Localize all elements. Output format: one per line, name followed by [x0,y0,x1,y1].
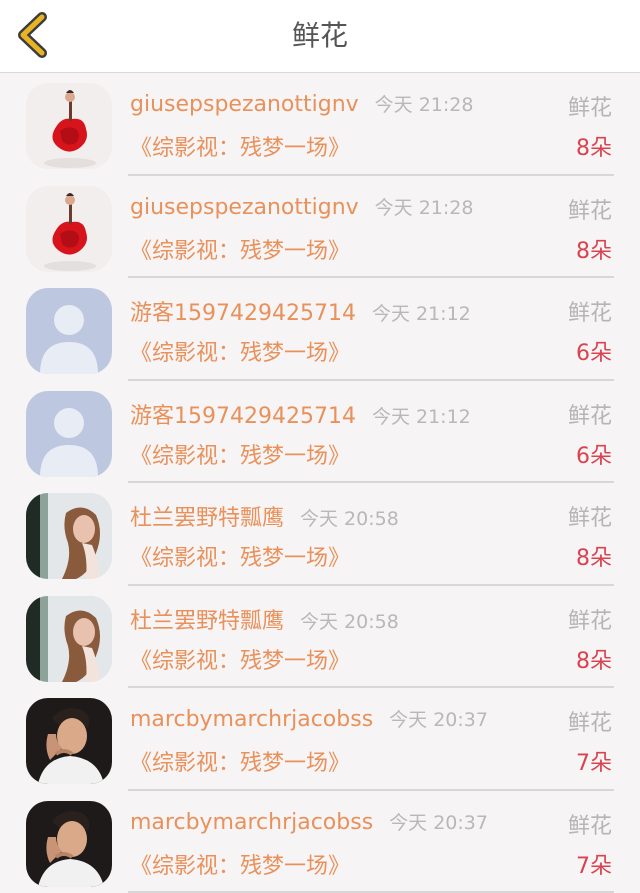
work-title[interactable]: 《综影视：残梦一场》 [130,233,350,265]
back-button[interactable] [12,12,56,58]
user-name[interactable]: 游客1597429425714 [130,301,356,326]
list-item[interactable]: 游客1597429425714 今天 21:12 鲜花 《综影视：残梦一场》 6朵 [0,381,640,484]
flower-count: 8朵 [576,233,612,265]
flower-count: 8朵 [576,130,612,162]
flower-count: 7朵 [576,848,612,880]
work-title[interactable]: 《综影视：残梦一场》 [130,643,350,675]
app-header: 鲜花 [0,0,640,73]
chevron-left-icon [12,12,56,58]
list-item[interactable]: giusepspezanottignv 今天 21:28 鲜花 《综影视：残梦一场… [0,176,640,279]
work-title[interactable]: 《综影视：残梦一场》 [130,438,350,470]
gift-category: 鲜花 [568,295,612,327]
user-name[interactable]: 游客1597429425714 [130,404,356,429]
gift-category: 鲜花 [568,808,612,840]
avatar[interactable] [26,698,112,784]
avatar[interactable] [26,288,112,374]
flower-count: 8朵 [576,643,612,675]
avatar[interactable] [26,493,112,579]
timestamp: 今天 21:28 [375,94,474,116]
flower-record-list: giusepspezanottignv 今天 21:28 鲜花 《综影视：残梦一场… [0,73,640,893]
flower-count: 6朵 [576,438,612,470]
user-name[interactable]: 杜兰罢野特瓢鹰 [130,609,284,634]
gift-category: 鲜花 [568,705,612,737]
timestamp: 今天 20:58 [300,611,399,633]
list-item[interactable]: marcbymarchrjacobss 今天 20:37 鲜花 《综影视：残梦一场… [0,688,640,791]
list-item[interactable]: 杜兰罢野特瓢鹰今天 20:58 鲜花 《综影视：残梦一场》 8朵 [0,483,640,586]
timestamp: 今天 21:28 [375,197,474,219]
work-title[interactable]: 《综影视：残梦一场》 [130,335,350,367]
user-name[interactable]: giusepspezanottignv [130,195,359,220]
flower-count: 7朵 [576,745,612,777]
avatar[interactable] [26,186,112,272]
work-title[interactable]: 《综影视：残梦一场》 [130,848,350,880]
timestamp: 今天 21:12 [372,303,471,325]
user-name[interactable]: giusepspezanottignv [130,92,359,117]
gift-category: 鲜花 [568,398,612,430]
avatar[interactable] [26,391,112,477]
timestamp: 今天 20:37 [389,709,488,731]
list-item[interactable]: 杜兰罢野特瓢鹰今天 20:58 鲜花 《综影视：残梦一场》 8朵 [0,586,640,689]
timestamp: 今天 20:58 [300,508,399,530]
avatar[interactable] [26,801,112,887]
work-title[interactable]: 《综影视：残梦一场》 [130,130,350,162]
timestamp: 今天 21:12 [372,406,471,428]
work-title[interactable]: 《综影视：残梦一场》 [130,745,350,777]
timestamp: 今天 20:37 [389,812,488,834]
flower-count: 8朵 [576,540,612,572]
user-name[interactable]: marcbymarchrjacobss [130,810,373,835]
gift-category: 鲜花 [568,90,612,122]
page-title: 鲜花 [0,0,640,72]
flower-count: 6朵 [576,335,612,367]
gift-category: 鲜花 [568,500,612,532]
list-item[interactable]: giusepspezanottignv 今天 21:28 鲜花 《综影视：残梦一场… [0,73,640,176]
list-item[interactable]: marcbymarchrjacobss 今天 20:37 鲜花 《综影视：残梦一场… [0,791,640,893]
avatar[interactable] [26,596,112,682]
gift-category: 鲜花 [568,193,612,225]
user-name[interactable]: marcbymarchrjacobss [130,707,373,732]
list-item[interactable]: 游客1597429425714 今天 21:12 鲜花 《综影视：残梦一场》 6朵 [0,278,640,381]
user-name[interactable]: 杜兰罢野特瓢鹰 [130,506,284,531]
work-title[interactable]: 《综影视：残梦一场》 [130,540,350,572]
gift-category: 鲜花 [568,603,612,635]
avatar[interactable] [26,83,112,169]
